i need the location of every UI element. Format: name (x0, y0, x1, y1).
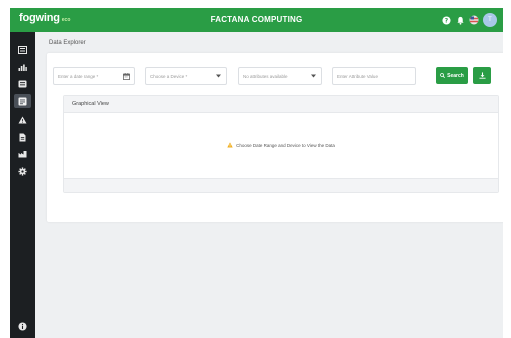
search-button[interactable]: Search (436, 67, 468, 84)
device-select[interactable]: Choose a Device * (145, 67, 227, 85)
date-range-field[interactable] (53, 67, 135, 85)
page-title: Data Explorer (49, 40, 86, 46)
sidebar-item-settings[interactable] (14, 164, 31, 178)
graphical-view-title: Graphical View (64, 96, 498, 113)
attribute-value-field[interactable] (332, 67, 416, 85)
attributes-select[interactable]: No attributes available (238, 67, 322, 85)
calendar-icon[interactable] (122, 72, 130, 80)
user-avatar[interactable]: T (483, 13, 497, 27)
download-button[interactable] (473, 67, 491, 84)
sidebar-item-analytics[interactable] (14, 60, 31, 74)
alert-icon (18, 116, 27, 124)
top-bar: fogwing eco FACTANA COMPUTING ? T (10, 8, 503, 32)
chevron-down-icon (214, 72, 222, 80)
warning-icon (227, 142, 233, 148)
sidebar-item-info[interactable] (14, 319, 31, 333)
data-explorer-card: Choose a Device * No attributes availabl… (47, 53, 503, 222)
sidebar (10, 32, 35, 338)
factory-icon (18, 151, 27, 158)
list-icon (18, 80, 27, 88)
attribute-value-input[interactable] (337, 73, 415, 79)
data-explorer-icon (18, 97, 27, 105)
graphical-view-body: Choose Date Range and Device to View the… (64, 113, 498, 177)
app-window: fogwing eco FACTANA COMPUTING ? T Data E… (10, 8, 503, 338)
app-title: FACTANA COMPUTING (210, 15, 303, 24)
sidebar-item-list[interactable] (14, 77, 31, 91)
bell-icon[interactable] (455, 15, 465, 25)
help-icon[interactable]: ? (441, 15, 451, 25)
flag-icon[interactable] (469, 15, 479, 25)
sidebar-item-dashboard[interactable] (14, 43, 31, 57)
device-select-value: Choose a Device * (150, 73, 188, 79)
search-button-label: Search (447, 72, 464, 79)
settings-icon (18, 166, 27, 176)
chevron-down-icon (309, 72, 317, 80)
document-icon (19, 133, 26, 141)
empty-state-message: Choose Date Range and Device to View the… (236, 142, 335, 148)
info-icon (18, 321, 27, 331)
attributes-select-value: No attributes available (243, 73, 288, 79)
dashboard-icon (18, 46, 27, 54)
sidebar-item-factory[interactable] (14, 147, 31, 161)
search-icon (440, 73, 446, 78)
graphical-view-panel: Graphical View Choose Date Range and Dev… (63, 95, 499, 193)
sidebar-item-reports[interactable] (14, 130, 31, 144)
sidebar-item-alerts[interactable] (14, 113, 31, 127)
sidebar-item-data-explorer[interactable] (14, 94, 31, 108)
graphical-view-footer (64, 178, 498, 192)
download-icon (478, 72, 486, 79)
header-actions: ? T (441, 12, 497, 28)
chart-icon (18, 64, 27, 71)
